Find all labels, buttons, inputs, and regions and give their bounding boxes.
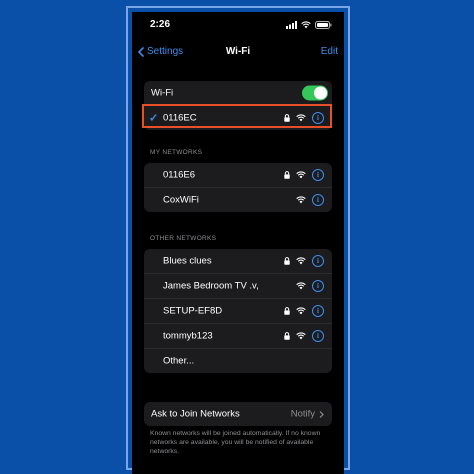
info-icon[interactable]: i <box>312 280 324 292</box>
info-icon[interactable]: i <box>312 194 324 206</box>
network-row[interactable]: tommyb123 i <box>144 323 332 348</box>
ask-to-join-label: Ask to Join Networks <box>151 408 240 420</box>
toggle-knob <box>314 86 327 100</box>
ask-to-join-row[interactable]: Ask to Join Networks Notify <box>144 402 332 426</box>
navigation-bar: Settings Wi-Fi Edit <box>132 44 344 64</box>
status-time: 2:26 <box>150 19 171 30</box>
my-networks-group: 0116E6 i CoxWiFi i <box>144 163 332 212</box>
wifi-signal-icon <box>296 282 306 290</box>
highlight-box <box>142 104 332 128</box>
other-network-label: Other... <box>163 355 195 367</box>
info-icon[interactable]: i <box>312 169 324 181</box>
back-button[interactable]: Settings <box>138 46 183 57</box>
network-row[interactable]: James Bedroom TV .v, i <box>144 273 332 298</box>
battery-icon <box>315 21 332 29</box>
wifi-signal-icon <box>296 332 306 340</box>
lock-icon <box>284 307 290 315</box>
lock-icon <box>284 332 290 340</box>
lock-icon <box>284 171 290 179</box>
wifi-signal-icon <box>296 196 306 204</box>
back-button-label: Settings <box>147 46 184 57</box>
wifi-signal-icon <box>296 257 306 265</box>
footnote-text: Known networks will be joined automatica… <box>150 430 321 455</box>
wifi-status-icon <box>301 21 311 29</box>
other-networks-group: Blues clues i James Bedroom TV .v, i SET… <box>144 249 332 373</box>
my-networks-header: MY NETWORKS <box>150 149 203 156</box>
wifi-toggle-label: Wi-Fi <box>151 87 174 99</box>
phone-screen: 2:26 Settings Wi-Fi Edit Wi-Fi ✓ 0116EC … <box>132 12 344 474</box>
ask-to-join-value-text: Notify <box>290 408 315 420</box>
network-row[interactable]: SETUP-EF8D i <box>144 298 332 323</box>
status-bar: 2:26 <box>132 19 344 33</box>
info-icon[interactable]: i <box>312 330 324 342</box>
cellular-signal-icon <box>286 21 297 29</box>
network-row[interactable]: 0116E6 i <box>144 163 332 187</box>
network-name: 0116E6 <box>163 169 196 181</box>
chevron-right-icon <box>319 410 324 418</box>
wifi-toggle-switch[interactable] <box>302 85 328 101</box>
network-row[interactable]: CoxWiFi i <box>144 187 332 212</box>
chevron-left-icon <box>138 46 144 57</box>
network-name: James Bedroom TV .v, <box>163 280 259 292</box>
wifi-signal-icon <box>296 307 306 315</box>
info-icon[interactable]: i <box>312 305 324 317</box>
info-icon[interactable]: i <box>312 255 324 267</box>
wifi-signal-icon <box>296 171 306 179</box>
other-networks-header: OTHER NETWORKS <box>150 235 217 242</box>
lock-icon <box>284 257 290 265</box>
network-name: tommyb123 <box>163 330 213 342</box>
network-name: CoxWiFi <box>163 194 199 206</box>
network-name: SETUP-EF8D <box>163 305 223 317</box>
network-row[interactable]: Blues clues i <box>144 249 332 273</box>
ask-to-join-value: Notify <box>291 409 324 420</box>
other-network-row[interactable]: Other... <box>144 348 332 373</box>
wifi-toggle-row: Wi-Fi <box>144 81 332 105</box>
edit-button[interactable]: Edit <box>321 46 338 57</box>
status-icons <box>286 21 332 29</box>
network-name: Blues clues <box>163 255 212 267</box>
